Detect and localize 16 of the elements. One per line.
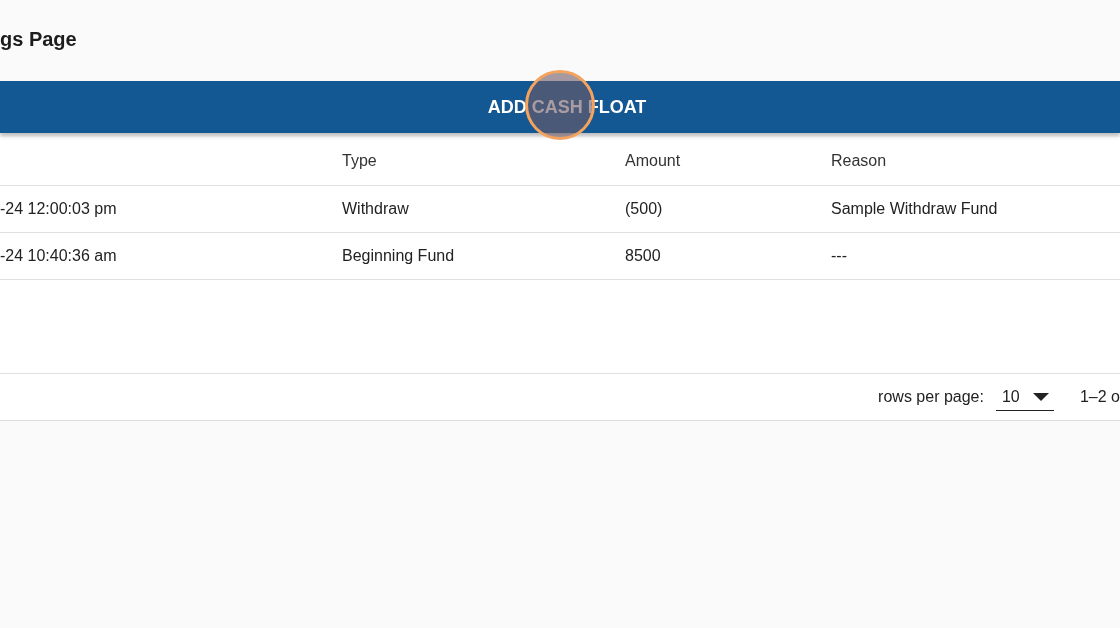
column-header: Amount [625,152,682,170]
table-cell-text: Beginning Fund [342,247,456,265]
column-header: Type [342,152,378,170]
rows-per-page-select[interactable]: 10 [995,383,1054,411]
table-cell-text: Withdraw [342,200,410,218]
table-cell-text: -24 12:00:03 pm [0,200,118,218]
table-cell-text: Sample Withdraw Fund [831,200,999,218]
table-cell-text: (500) [625,200,664,218]
dropdown-caret-icon [1031,391,1050,402]
rows-per-page-label: rows per page: [878,388,984,406]
table-cell-text: --- [831,247,848,265]
column-header: Reason [831,152,888,170]
table-cell-text: -24 10:40:36 am [0,247,118,265]
table-cell-text: 8500 [625,247,662,265]
pagination-range: 1–2 o [1079,388,1120,406]
page-title: gs Page [0,28,77,51]
